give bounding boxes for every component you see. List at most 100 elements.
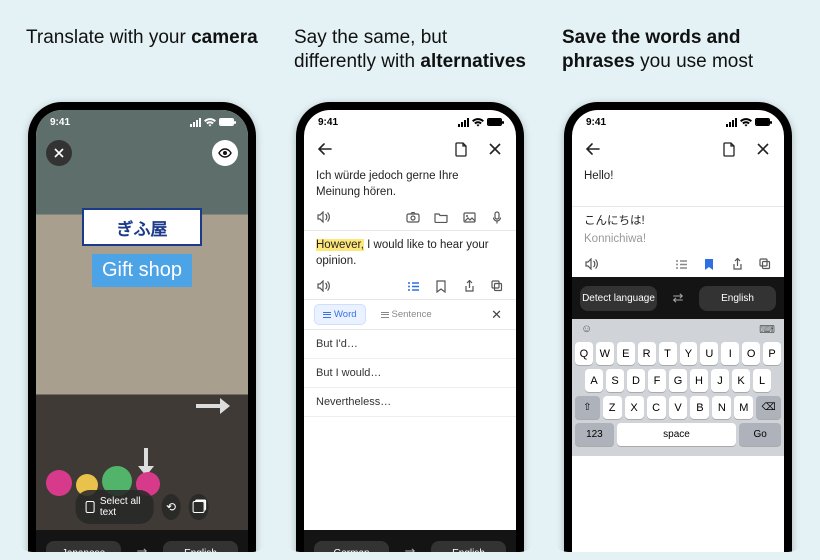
file-input-button[interactable]	[434, 210, 448, 224]
memoji-button[interactable]: ☺	[581, 323, 592, 336]
speaker-icon	[317, 280, 330, 292]
key[interactable]: U	[700, 342, 718, 365]
retake-button[interactable]: ⟲	[161, 494, 181, 520]
alternatives-icon	[675, 259, 688, 270]
top-nav	[572, 134, 784, 162]
phone-screen: 9:41	[304, 110, 516, 552]
key[interactable]: X	[625, 396, 644, 419]
bookmark-icon	[704, 258, 714, 271]
key[interactable]: C	[647, 396, 666, 419]
key[interactable]: B	[690, 396, 709, 419]
key[interactable]: H	[690, 369, 708, 392]
copy-icon	[193, 501, 205, 513]
target-text[interactable]: こんにちは!	[572, 207, 784, 231]
speak-target-button[interactable]	[316, 279, 330, 293]
battery-icon	[487, 118, 502, 126]
sentence-toggle[interactable]: Sentence	[372, 304, 441, 325]
speak-source-button[interactable]	[316, 210, 330, 224]
copy-icon	[491, 280, 503, 292]
copy-icon	[759, 258, 771, 270]
key[interactable]: P	[763, 342, 781, 365]
voice-input-button[interactable]	[490, 210, 504, 224]
shift-key[interactable]: ⇧	[575, 396, 600, 419]
swap-languages-button[interactable]: ⇄	[665, 285, 691, 311]
bookmark-button[interactable]	[434, 279, 448, 293]
go-key[interactable]: Go	[739, 423, 781, 446]
keyboard-settings-button[interactable]: ⌨	[759, 323, 775, 336]
swap-languages-button[interactable]: ⇄	[129, 540, 155, 552]
key[interactable]: N	[712, 396, 731, 419]
share-button[interactable]	[462, 279, 476, 293]
bookmark-button[interactable]	[702, 257, 716, 271]
panel-camera: Translate with your camera 9:41	[16, 8, 268, 552]
key[interactable]: A	[585, 369, 603, 392]
headline: Say the same, but differently with alter…	[284, 8, 536, 102]
space-key[interactable]: space	[617, 423, 736, 446]
camera-input-button[interactable]	[406, 210, 420, 224]
visibility-button[interactable]	[212, 140, 238, 166]
close-button[interactable]	[46, 140, 72, 166]
key[interactable]: T	[659, 342, 677, 365]
key[interactable]: J	[711, 369, 729, 392]
key[interactable]: G	[669, 369, 687, 392]
headline-text: Translate with your	[26, 27, 191, 48]
key[interactable]: F	[648, 369, 666, 392]
copy-button[interactable]	[490, 279, 504, 293]
back-button[interactable]	[582, 138, 604, 160]
alternatives-button[interactable]	[406, 279, 420, 293]
close-alternatives-button[interactable]: ✕	[491, 307, 506, 323]
source-text[interactable]: Hello!	[572, 162, 784, 206]
alternative-item[interactable]: Nevertheless…	[304, 388, 516, 417]
image-input-button[interactable]	[462, 210, 476, 224]
source-language-button[interactable]: German	[314, 541, 389, 553]
close-icon	[489, 143, 501, 155]
speak-target-button[interactable]	[584, 257, 598, 271]
alternative-item[interactable]: But I'd…	[304, 330, 516, 359]
key[interactable]: Z	[603, 396, 622, 419]
key[interactable]: D	[627, 369, 645, 392]
target-text[interactable]: However, I would like to hear your opini…	[304, 231, 516, 277]
language-bar: German ⇄ English	[304, 530, 516, 552]
back-button[interactable]	[314, 138, 336, 160]
alternatives-button[interactable]	[674, 257, 688, 271]
key[interactable]: L	[753, 369, 771, 392]
source-language-button[interactable]: Detect language	[580, 286, 657, 311]
swap-languages-button[interactable]: ⇄	[397, 540, 423, 552]
key[interactable]: K	[732, 369, 750, 392]
source-text[interactable]: Ich würde jedoch gerne Ihre Meinung höre…	[304, 162, 516, 208]
key[interactable]: W	[596, 342, 614, 365]
key[interactable]: R	[638, 342, 656, 365]
close-button[interactable]	[752, 138, 774, 160]
key[interactable]: E	[617, 342, 635, 365]
key[interactable]: O	[742, 342, 760, 365]
headline-rest: you use most	[635, 51, 753, 72]
share-button[interactable]	[730, 257, 744, 271]
list-icon	[381, 312, 389, 319]
target-language-button[interactable]: English	[163, 541, 238, 553]
wifi-icon	[472, 118, 484, 127]
eye-icon	[218, 148, 232, 158]
translated-overlay[interactable]: Gift shop	[92, 254, 192, 287]
word-toggle[interactable]: Word	[314, 304, 366, 325]
copy-button[interactable]	[189, 494, 209, 520]
numbers-key[interactable]: 123	[575, 423, 614, 446]
translated-text: Gift shop	[102, 259, 182, 281]
key[interactable]: Q	[575, 342, 593, 365]
close-button[interactable]	[484, 138, 506, 160]
key[interactable]: Y	[680, 342, 698, 365]
key[interactable]: M	[734, 396, 753, 419]
target-language-button[interactable]: English	[699, 286, 776, 311]
key[interactable]: I	[721, 342, 739, 365]
signal-icon	[726, 118, 737, 127]
document-button[interactable]	[450, 138, 472, 160]
alternative-item[interactable]: But I would…	[304, 359, 516, 388]
source-language-button[interactable]: Japanese	[46, 541, 121, 553]
document-button[interactable]	[718, 138, 740, 160]
backspace-key[interactable]: ⌫	[756, 396, 781, 419]
key[interactable]: V	[669, 396, 688, 419]
bookmark-icon	[436, 280, 446, 293]
target-language-button[interactable]: English	[431, 541, 506, 553]
key[interactable]: S	[606, 369, 624, 392]
copy-button[interactable]	[758, 257, 772, 271]
select-all-button[interactable]: Select all text	[76, 490, 154, 524]
